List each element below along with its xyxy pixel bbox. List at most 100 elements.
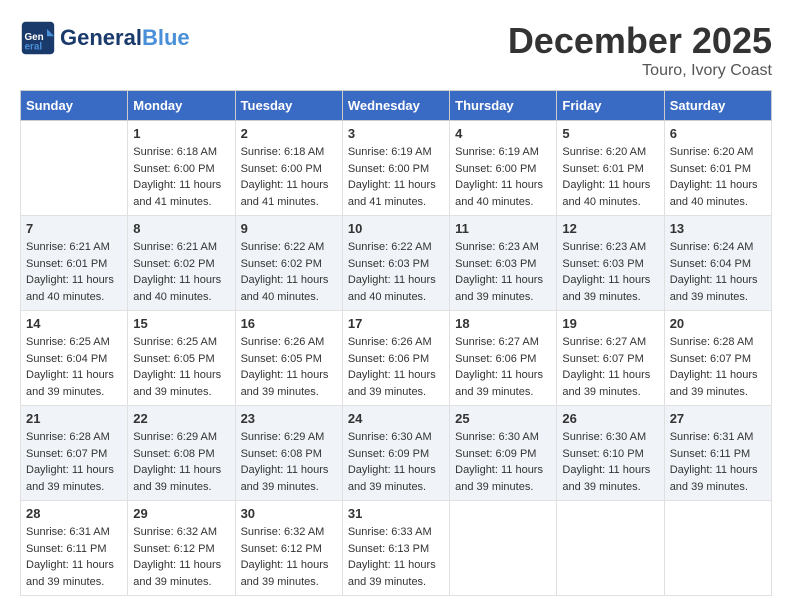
calendar-day: 14 Sunrise: 6:25 AM Sunset: 6:04 PM Dayli… xyxy=(21,311,128,406)
weekday-header-friday: Friday xyxy=(557,91,664,121)
calendar-day: 17 Sunrise: 6:26 AM Sunset: 6:06 PM Dayli… xyxy=(342,311,449,406)
day-info: Sunrise: 6:19 AM Sunset: 6:00 PM Dayligh… xyxy=(348,144,444,210)
day-info: Sunrise: 6:21 AM Sunset: 6:02 PM Dayligh… xyxy=(133,239,229,305)
logo-text-blue: Blue xyxy=(142,25,190,50)
day-number: 25 xyxy=(455,411,551,426)
day-number: 2 xyxy=(241,126,337,141)
day-number: 18 xyxy=(455,316,551,331)
calendar-day xyxy=(21,121,128,216)
day-number: 19 xyxy=(562,316,658,331)
day-info: Sunrise: 6:29 AM Sunset: 6:08 PM Dayligh… xyxy=(241,429,337,495)
calendar-day: 27 Sunrise: 6:31 AM Sunset: 6:11 PM Dayli… xyxy=(664,406,771,501)
day-info: Sunrise: 6:22 AM Sunset: 6:02 PM Dayligh… xyxy=(241,239,337,305)
calendar-day: 29Sunrise: 6:32 AM Sunset: 6:12 PM Dayli… xyxy=(128,501,235,596)
calendar-day: 15 Sunrise: 6:25 AM Sunset: 6:05 PM Dayli… xyxy=(128,311,235,406)
day-info: Sunrise: 6:23 AM Sunset: 6:03 PM Dayligh… xyxy=(562,239,658,305)
day-info: Sunrise: 6:31 AM Sunset: 6:11 PM Dayligh… xyxy=(670,429,766,495)
calendar-week-row: 28 Sunrise: 6:31 AM Sunset: 6:11 PM Dayli… xyxy=(21,501,772,596)
day-info: Sunrise: 6:32 AM Sunset: 6:12 PM Dayligh… xyxy=(241,524,337,590)
day-number: 10 xyxy=(348,221,444,236)
calendar-day: 28 Sunrise: 6:31 AM Sunset: 6:11 PM Dayli… xyxy=(21,501,128,596)
day-info: Sunrise: 6:29 AM Sunset: 6:08 PM Dayligh… xyxy=(133,429,229,495)
calendar-day xyxy=(557,501,664,596)
calendar-day: 10 Sunrise: 6:22 AM Sunset: 6:03 PM Dayli… xyxy=(342,216,449,311)
day-info: Sunrise: 6:24 AM Sunset: 6:04 PM Dayligh… xyxy=(670,239,766,305)
day-number: 27 xyxy=(670,411,766,426)
day-info: Sunrise: 6:20 AM Sunset: 6:01 PM Dayligh… xyxy=(670,144,766,210)
day-info: Sunrise: 6:32 AM Sunset: 6:12 PM Dayligh… xyxy=(133,524,229,590)
day-info: Sunrise: 6:20 AM Sunset: 6:01 PM Dayligh… xyxy=(562,144,658,210)
calendar-day: 6 Sunrise: 6:20 AM Sunset: 6:01 PM Daylig… xyxy=(664,121,771,216)
calendar-day: 19 Sunrise: 6:27 AM Sunset: 6:07 PM Dayli… xyxy=(557,311,664,406)
calendar-day: 24Sunrise: 6:30 AM Sunset: 6:09 PM Dayli… xyxy=(342,406,449,501)
day-number: 11 xyxy=(455,221,551,236)
calendar-week-row: 7Sunrise: 6:21 AM Sunset: 6:01 PM Daylig… xyxy=(21,216,772,311)
day-number: 30 xyxy=(241,506,337,521)
calendar-day: 20 Sunrise: 6:28 AM Sunset: 6:07 PM Dayli… xyxy=(664,311,771,406)
calendar-day: 2 Sunrise: 6:18 AM Sunset: 6:00 PM Daylig… xyxy=(235,121,342,216)
day-info: Sunrise: 6:18 AM Sunset: 6:00 PM Dayligh… xyxy=(241,144,337,210)
day-number: 7 xyxy=(26,221,122,236)
calendar-day: 25 Sunrise: 6:30 AM Sunset: 6:09 PM Dayli… xyxy=(450,406,557,501)
day-number: 17 xyxy=(348,316,444,331)
day-info: Sunrise: 6:30 AM Sunset: 6:10 PM Dayligh… xyxy=(562,429,658,495)
day-number: 16 xyxy=(241,316,337,331)
weekday-header-row: SundayMondayTuesdayWednesdayThursdayFrid… xyxy=(21,91,772,121)
calendar-day: 26 Sunrise: 6:30 AM Sunset: 6:10 PM Dayli… xyxy=(557,406,664,501)
day-info: Sunrise: 6:33 AM Sunset: 6:13 PM Dayligh… xyxy=(348,524,444,590)
day-info: Sunrise: 6:26 AM Sunset: 6:06 PM Dayligh… xyxy=(348,334,444,400)
day-number: 1 xyxy=(133,126,229,141)
calendar-day: 11 Sunrise: 6:23 AM Sunset: 6:03 PM Dayli… xyxy=(450,216,557,311)
day-number: 14 xyxy=(26,316,122,331)
page-header: Gen eral GeneralBlue December 2025 Touro… xyxy=(20,20,772,80)
weekday-header-thursday: Thursday xyxy=(450,91,557,121)
calendar-day: 5 Sunrise: 6:20 AM Sunset: 6:01 PM Daylig… xyxy=(557,121,664,216)
calendar-week-row: 21Sunrise: 6:28 AM Sunset: 6:07 PM Dayli… xyxy=(21,406,772,501)
day-info: Sunrise: 6:27 AM Sunset: 6:06 PM Dayligh… xyxy=(455,334,551,400)
logo: Gen eral GeneralBlue xyxy=(20,20,190,56)
day-number: 31 xyxy=(348,506,444,521)
day-info: Sunrise: 6:19 AM Sunset: 6:00 PM Dayligh… xyxy=(455,144,551,210)
day-number: 15 xyxy=(133,316,229,331)
calendar-day: 30 Sunrise: 6:32 AM Sunset: 6:12 PM Dayli… xyxy=(235,501,342,596)
day-info: Sunrise: 6:25 AM Sunset: 6:05 PM Dayligh… xyxy=(133,334,229,400)
day-info: Sunrise: 6:23 AM Sunset: 6:03 PM Dayligh… xyxy=(455,239,551,305)
day-info: Sunrise: 6:27 AM Sunset: 6:07 PM Dayligh… xyxy=(562,334,658,400)
day-info: Sunrise: 6:26 AM Sunset: 6:05 PM Dayligh… xyxy=(241,334,337,400)
calendar-day: 1Sunrise: 6:18 AM Sunset: 6:00 PM Daylig… xyxy=(128,121,235,216)
day-number: 20 xyxy=(670,316,766,331)
day-number: 24 xyxy=(348,411,444,426)
day-number: 5 xyxy=(562,126,658,141)
calendar-day: 13 Sunrise: 6:24 AM Sunset: 6:04 PM Dayli… xyxy=(664,216,771,311)
day-number: 28 xyxy=(26,506,122,521)
day-number: 6 xyxy=(670,126,766,141)
weekday-header-saturday: Saturday xyxy=(664,91,771,121)
day-number: 26 xyxy=(562,411,658,426)
location: Touro, Ivory Coast xyxy=(508,62,772,80)
calendar-day: 8 Sunrise: 6:21 AM Sunset: 6:02 PM Daylig… xyxy=(128,216,235,311)
day-info: Sunrise: 6:22 AM Sunset: 6:03 PM Dayligh… xyxy=(348,239,444,305)
day-info: Sunrise: 6:28 AM Sunset: 6:07 PM Dayligh… xyxy=(670,334,766,400)
calendar-week-row: 1 Sunrise: 6:18 AM Sunset: 6:00 PM Daylig… xyxy=(21,121,772,216)
calendar-day: 18 Sunrise: 6:27 AM Sunset: 6:06 PM Dayli… xyxy=(450,311,557,406)
day-info: Sunrise: 6:30 AM Sunset: 6:09 PM Dayligh… xyxy=(455,429,551,495)
day-number: 13 xyxy=(670,221,766,236)
day-number: 23 xyxy=(241,411,337,426)
day-info: Sunrise: 6:25 AM Sunset: 6:04 PM Dayligh… xyxy=(26,334,122,400)
calendar-table: SundayMondayTuesdayWednesdayThursdayFrid… xyxy=(20,90,772,596)
calendar-day: 3 Sunrise: 6:19 AM Sunset: 6:00 PM Daylig… xyxy=(342,121,449,216)
title-block: December 2025 Touro, Ivory Coast xyxy=(508,20,772,80)
svg-text:eral: eral xyxy=(25,42,43,53)
day-number: 3 xyxy=(348,126,444,141)
day-number: 8 xyxy=(133,221,229,236)
calendar-day: 12 Sunrise: 6:23 AM Sunset: 6:03 PM Dayli… xyxy=(557,216,664,311)
calendar-day xyxy=(450,501,557,596)
day-info: Sunrise: 6:31 AM Sunset: 6:11 PM Dayligh… xyxy=(26,524,122,590)
month-title: December 2025 xyxy=(508,20,772,62)
calendar-day xyxy=(664,501,771,596)
weekday-header-tuesday: Tuesday xyxy=(235,91,342,121)
day-number: 12 xyxy=(562,221,658,236)
calendar-day: 31 Sunrise: 6:33 AM Sunset: 6:13 PM Dayli… xyxy=(342,501,449,596)
calendar-day: 22Sunrise: 6:29 AM Sunset: 6:08 PM Dayli… xyxy=(128,406,235,501)
weekday-header-monday: Monday xyxy=(128,91,235,121)
